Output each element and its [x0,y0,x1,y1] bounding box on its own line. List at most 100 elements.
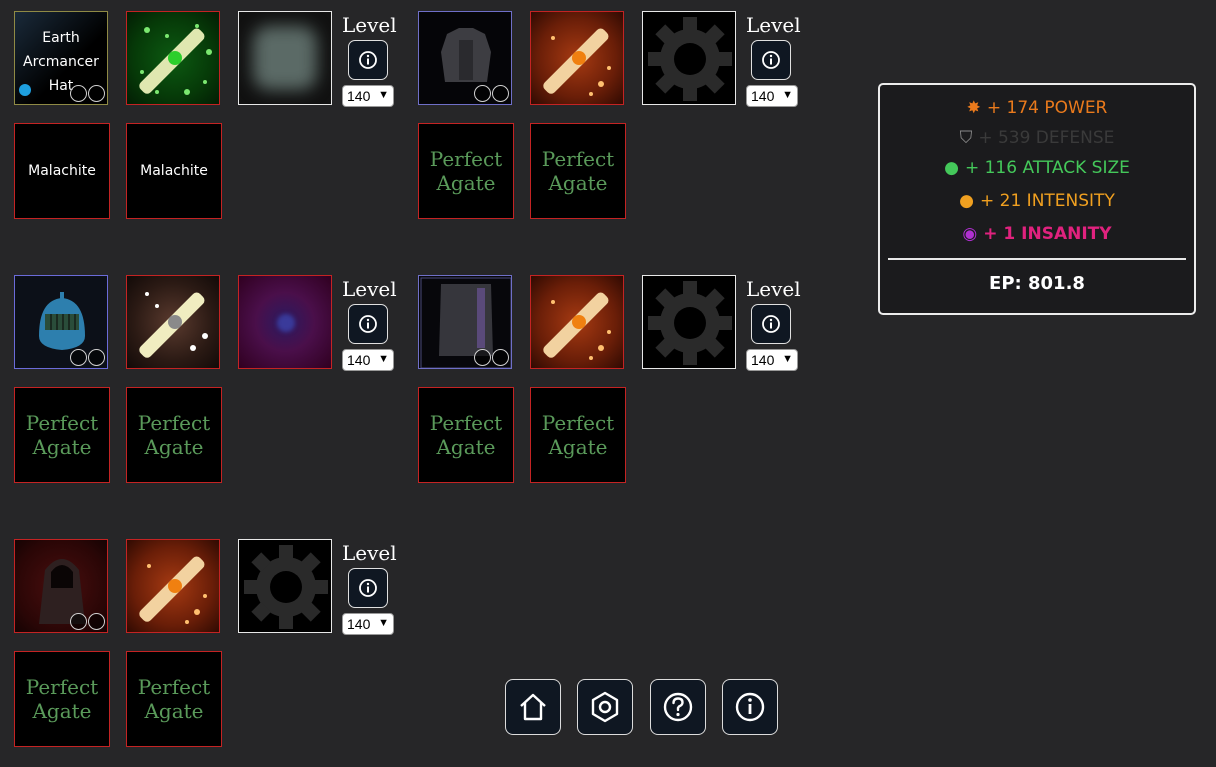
gem-label: Perfect Agate [25,675,99,723]
level-select-value: 140 [751,88,775,104]
scroll-icon [543,28,611,96]
gem-label: Perfect Agate [541,411,615,459]
level-label: Level [342,541,397,565]
level-select[interactable]: 140 ▼ [342,613,394,635]
empty-gear-slot[interactable] [642,275,736,369]
level-select-value: 140 [347,616,371,632]
enchant-scroll-slot[interactable] [126,11,220,105]
chevron-down-icon: ▼ [378,89,389,101]
info-button[interactable] [751,304,791,344]
info-icon [735,692,765,722]
level-select-value: 140 [751,352,775,368]
gem-label: Malachite [28,163,96,179]
gem-slot[interactable]: Perfect Agate [418,387,514,483]
helmet-slot[interactable] [14,275,108,369]
stat-power-text: + 174 POWER [986,98,1108,118]
enchant-scroll-slot[interactable] [530,275,624,369]
gem-slot[interactable]: Malachite [126,123,222,219]
intensity-icon: ● [959,191,974,211]
empty-gear-slot[interactable] [642,11,736,105]
stat-defense-text: + 539 DEFENSE [978,128,1115,148]
stat-intensity-text: + 21 INTENSITY [980,191,1115,211]
gem-slot[interactable]: Perfect Agate [530,387,626,483]
scroll-icon [139,292,208,358]
stat-attack-size-text: + 116 ATTACK SIZE [964,158,1130,178]
settings-button[interactable] [577,679,633,735]
gem-slot[interactable]: Perfect Agate [530,123,626,219]
chevron-down-icon: ▼ [782,89,793,101]
socket-circles [474,349,509,366]
stat-insanity-text: + 1 INSANITY [983,224,1112,244]
scroll-icon [543,292,611,360]
orb-icon [277,314,295,332]
chevron-down-icon: ▼ [378,617,389,629]
home-button[interactable] [505,679,561,735]
blurred-item-icon [253,26,317,90]
about-button[interactable] [722,679,778,735]
gem-slot[interactable]: Perfect Agate [14,651,110,747]
level-select[interactable]: 140 ▼ [342,85,394,107]
level-select[interactable]: 140 ▼ [342,349,394,371]
gear-icon [244,545,328,629]
info-icon [762,51,780,69]
info-icon [359,315,377,333]
ep-value: EP: 801.8 [989,273,1085,294]
stat-attack-size: ● + 116 ATTACK SIZE [880,158,1194,178]
gem-slot[interactable]: Malachite [14,123,110,219]
enchant-scroll-slot[interactable] [126,275,220,369]
hexagon-settings-icon [591,691,619,723]
info-button[interactable] [348,40,388,80]
gem-label: Perfect Agate [137,411,211,459]
stats-panel: ✸ + 174 POWER ⛉ + 539 DEFENSE ● + 116 ATTAC… [878,83,1196,315]
gem-slot[interactable]: Perfect Agate [14,387,110,483]
gem-slot[interactable]: Perfect Agate [418,123,514,219]
level-select-value: 140 [347,352,371,368]
empty-blur-slot[interactable] [238,11,332,105]
level-select[interactable]: 140 ▼ [746,85,798,107]
gem-label: Perfect Agate [541,147,615,195]
stat-intensity: ● + 21 INTENSITY [880,191,1194,211]
gear-icon [648,17,732,101]
gem-orb-slot[interactable] [238,275,332,369]
eye-icon: ◉ [962,224,978,244]
planet-icon: ● [944,158,959,178]
info-button[interactable] [348,304,388,344]
shield-icon: ⛉ [959,128,973,148]
cloak-slot[interactable] [14,539,108,633]
level-label: Level [342,277,397,301]
info-icon [762,315,780,333]
level-label: Level [746,277,801,301]
gem-label: Perfect Agate [429,147,503,195]
stat-insanity: ◉ + 1 INSANITY [880,224,1194,244]
chest-armor-slot[interactable] [418,11,512,105]
stat-power: ✸ + 174 POWER [880,98,1194,118]
stat-defense: ⛉ + 539 DEFENSE [880,128,1194,148]
info-icon [359,51,377,69]
info-button[interactable] [751,40,791,80]
question-icon [663,692,693,722]
socket-circles [70,85,105,102]
enchant-scroll-slot[interactable] [530,11,624,105]
gem-slot[interactable]: Perfect Agate [126,387,222,483]
info-button[interactable] [348,568,388,608]
gem-label: Perfect Agate [25,411,99,459]
legs-armor-slot[interactable] [418,275,512,369]
power-burst-icon: ✸ [966,98,981,118]
socket-circles [474,85,509,102]
help-button[interactable] [650,679,706,735]
gem-label: Malachite [140,163,208,179]
gem-label: Perfect Agate [137,675,211,723]
gem-slot[interactable]: Perfect Agate [126,651,222,747]
chevron-down-icon: ▼ [782,353,793,365]
socket-circles [70,349,105,366]
chevron-down-icon: ▼ [378,353,389,365]
enchant-scroll-slot[interactable] [126,539,220,633]
empty-gear-slot[interactable] [238,539,332,633]
level-select-value: 140 [347,88,371,104]
hat-slot[interactable]: Earth Arcmancer Hat [14,11,108,105]
level-label: Level [342,13,397,37]
divider [888,258,1186,260]
scroll-icon [139,24,212,95]
home-icon [520,693,546,721]
level-select[interactable]: 140 ▼ [746,349,798,371]
